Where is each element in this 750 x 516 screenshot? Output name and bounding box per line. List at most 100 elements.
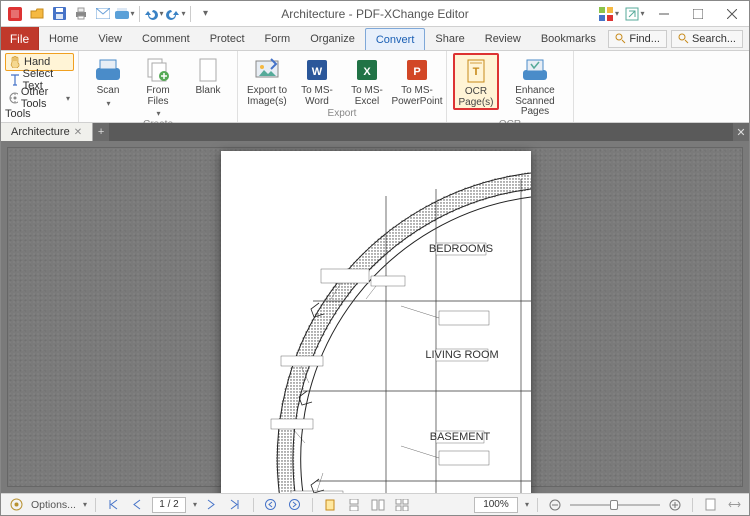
nav-back-icon[interactable]	[262, 496, 280, 514]
document-viewport[interactable]: BEDROOMS LIVING ROOM BASEMENT	[1, 141, 749, 493]
undo-icon[interactable]: ▾	[144, 4, 164, 24]
zoom-slider[interactable]	[570, 498, 660, 512]
room-bedrooms: BEDROOMS	[429, 243, 493, 255]
create-group: Scan▾ From Files▾ Blank Create	[79, 51, 238, 122]
search-label: Search...	[692, 33, 736, 45]
open-icon[interactable]	[27, 4, 47, 24]
maximize-button[interactable]	[681, 1, 715, 26]
zoom-in-icon[interactable]	[666, 496, 684, 514]
ui-options-icon[interactable]: ▾	[599, 4, 619, 24]
ocr-group: T OCR Page(s) Enhance Scanned Pages OCR	[447, 51, 574, 122]
blank-label: Blank	[195, 86, 220, 97]
app-icon[interactable]	[5, 4, 25, 24]
tab-organize[interactable]: Organize	[300, 27, 365, 50]
tab-comment[interactable]: Comment	[132, 27, 200, 50]
titlebar-tools: ▾ ▾	[599, 1, 645, 26]
minimize-button[interactable]	[647, 1, 681, 26]
from-files-label: From Files	[146, 86, 169, 107]
export-word-label: To MS- Word	[301, 86, 333, 107]
tab-home[interactable]: Home	[39, 27, 88, 50]
ribbon-tabs: File Home View Comment Protect Form Orga…	[1, 27, 749, 51]
svg-text:X: X	[363, 66, 371, 78]
page-input[interactable]	[152, 497, 186, 513]
scan-button[interactable]: Scan▾	[85, 53, 131, 109]
export-excel-button[interactable]: X To MS- Excel	[344, 53, 390, 108]
statusbar: Options...▾ ▾ ▾	[1, 493, 749, 515]
zoom-thumb[interactable]	[610, 500, 618, 510]
tab-share[interactable]: Share	[425, 27, 474, 50]
pdf-page: BEDROOMS LIVING ROOM BASEMENT	[221, 151, 531, 493]
scan-label: Scan	[97, 86, 120, 97]
tools-group: Hand Select Text Other Tools▾ Tools	[1, 51, 79, 122]
titlebar: ▾ ▾ ▾ ▾ Architecture - PDF-XChange Edito…	[1, 1, 749, 27]
close-button[interactable]	[715, 1, 749, 26]
last-page-icon[interactable]	[227, 496, 245, 514]
next-page-icon[interactable]	[203, 496, 221, 514]
print-icon[interactable]	[71, 4, 91, 24]
document-tab[interactable]: Architecture ✕	[1, 123, 93, 141]
tabbar-right: Find... Search...	[608, 27, 743, 50]
email-icon[interactable]	[93, 4, 113, 24]
doc-tab-label: Architecture	[11, 126, 70, 138]
single-page-icon[interactable]	[321, 496, 339, 514]
zoom-input[interactable]	[474, 497, 518, 513]
export-group-label: Export	[244, 108, 440, 120]
find-label: Find...	[629, 33, 660, 45]
launch-icon[interactable]: ▾	[625, 4, 645, 24]
tab-view[interactable]: View	[88, 27, 132, 50]
prev-page-icon[interactable]	[128, 496, 146, 514]
zoom-out-icon[interactable]	[546, 496, 564, 514]
new-tab-button[interactable]: +	[93, 123, 109, 141]
qat-customize-icon[interactable]: ▾	[195, 4, 215, 24]
from-files-button[interactable]: From Files▾	[135, 53, 181, 119]
options-label[interactable]: Options...	[31, 499, 76, 511]
menu-list: Home View Comment Protect Form Organize …	[39, 27, 648, 50]
save-icon[interactable]	[49, 4, 69, 24]
ocr-pages-label: OCR Page(s)	[458, 87, 493, 108]
scan-qat-icon[interactable]: ▾	[115, 4, 135, 24]
window-controls	[647, 1, 749, 26]
nav-fwd-icon[interactable]	[286, 496, 304, 514]
room-living: LIVING ROOM	[425, 349, 498, 361]
quick-access-toolbar: ▾ ▾ ▾ ▾	[1, 1, 215, 26]
fit-page-icon[interactable]	[701, 496, 719, 514]
tab-protect[interactable]: Protect	[200, 27, 255, 50]
blank-button[interactable]: Blank	[185, 53, 231, 98]
two-page-icon[interactable]	[369, 496, 387, 514]
other-tools[interactable]: Other Tools▾	[5, 89, 74, 107]
export-excel-label: To MS- Excel	[351, 86, 383, 107]
export-image-button[interactable]: Export to Image(s)	[244, 53, 290, 108]
export-image-label: Export to Image(s)	[247, 86, 287, 107]
export-ppt-button[interactable]: P To MS- PowerPoint	[394, 53, 440, 108]
continuous-icon[interactable]	[345, 496, 363, 514]
close-tab-icon[interactable]: ✕	[74, 127, 82, 138]
fit-width-icon[interactable]	[725, 496, 743, 514]
first-page-icon[interactable]	[104, 496, 122, 514]
file-tab[interactable]: File	[1, 27, 39, 50]
ribbon: Hand Select Text Other Tools▾ Tools Scan…	[1, 51, 749, 123]
ocr-pages-button[interactable]: T OCR Page(s)	[453, 53, 499, 110]
tab-bookmarks[interactable]: Bookmarks	[531, 27, 606, 50]
tools-group-label: Tools	[5, 108, 74, 120]
two-continuous-icon[interactable]	[393, 496, 411, 514]
tab-form[interactable]: Form	[255, 27, 301, 50]
redo-icon[interactable]: ▾	[166, 4, 186, 24]
svg-text:P: P	[413, 66, 420, 78]
room-basement: BASEMENT	[430, 431, 491, 443]
options-gear-icon[interactable]	[7, 496, 25, 514]
document-tabs: Architecture ✕ + ✕	[1, 123, 749, 141]
export-word-button[interactable]: W To MS- Word	[294, 53, 340, 108]
find-button[interactable]: Find...	[608, 30, 667, 48]
tab-convert[interactable]: Convert	[365, 28, 426, 50]
app-window: ▾ ▾ ▾ ▾ Architecture - PDF-XChange Edito…	[0, 0, 750, 516]
tab-review[interactable]: Review	[475, 27, 531, 50]
export-ppt-label: To MS- PowerPoint	[391, 86, 442, 107]
enhance-scanned-button[interactable]: Enhance Scanned Pages	[503, 53, 567, 119]
hand-label: Hand	[24, 56, 50, 68]
svg-text:T: T	[473, 66, 480, 78]
export-group: Export to Image(s) W To MS- Word X To MS…	[238, 51, 447, 122]
svg-text:W: W	[312, 66, 323, 78]
enhance-label: Enhance Scanned Pages	[504, 86, 566, 118]
search-button[interactable]: Search...	[671, 30, 743, 48]
close-all-tabs-icon[interactable]: ✕	[733, 123, 749, 141]
